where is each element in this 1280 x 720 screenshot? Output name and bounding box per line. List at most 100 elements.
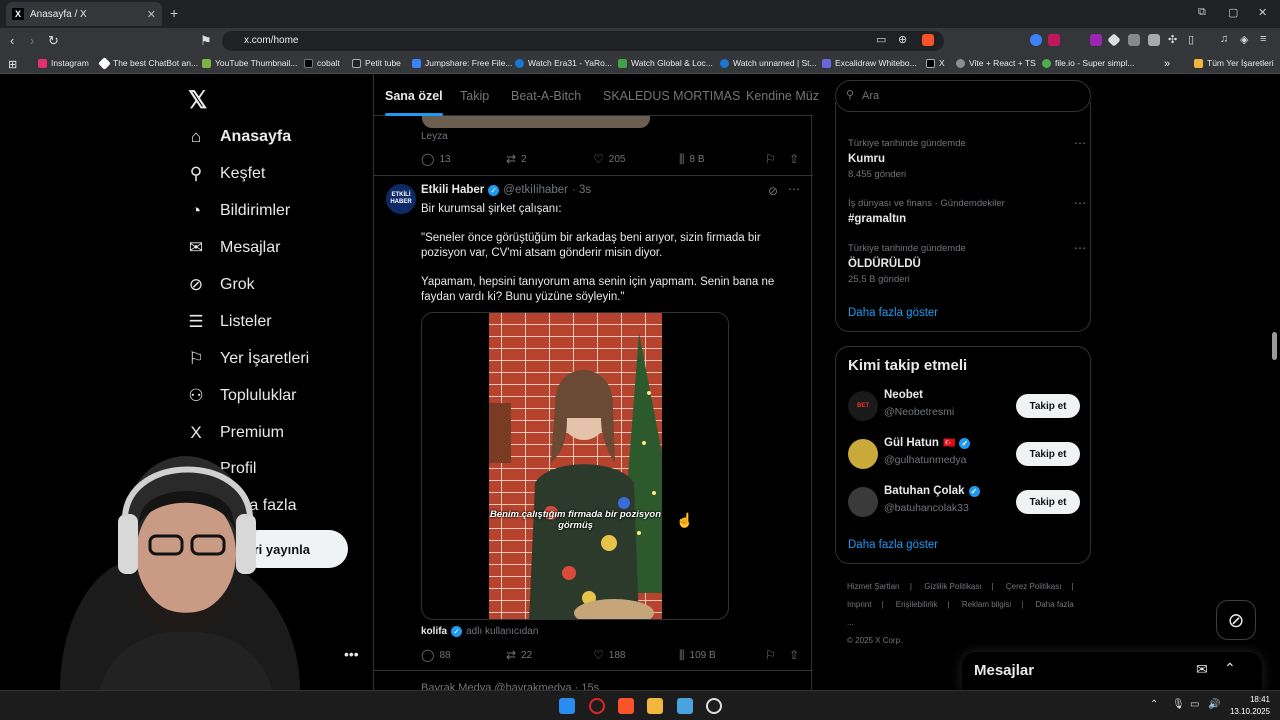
extension-icon[interactable] bbox=[1128, 34, 1140, 46]
tab-list[interactable]: SKALEDUS MORTIMAS bbox=[603, 89, 740, 103]
x-logo-icon[interactable]: 𝕏 bbox=[188, 86, 207, 115]
all-bookmarks[interactable]: Tüm Yer İşaretleri bbox=[1194, 58, 1274, 68]
avatar[interactable]: ETKİLİ HABER bbox=[386, 184, 416, 214]
bookmark-item[interactable]: file.io - Super simpl... bbox=[1042, 58, 1134, 68]
search-input[interactable]: ⚲ Ara bbox=[835, 80, 1091, 112]
bookmark-item[interactable]: The best ChatBot an... bbox=[98, 56, 198, 70]
tab-list[interactable]: Beat-A-Bitch bbox=[511, 89, 581, 103]
messages-drawer[interactable]: Mesajlar ✉ ⌃ bbox=[962, 652, 1262, 690]
app-icon[interactable] bbox=[677, 698, 693, 714]
puzzle-icon[interactable]: ✣ bbox=[1168, 33, 1177, 46]
forward-icon[interactable]: › bbox=[30, 33, 34, 48]
extension-icon[interactable] bbox=[1148, 34, 1160, 46]
footer-link[interactable]: Çerez Politikası bbox=[1006, 582, 1062, 591]
apps-grid-icon[interactable]: ⊞ bbox=[8, 58, 17, 71]
nav-premium[interactable]: X Premium bbox=[186, 423, 284, 443]
share-button[interactable]: ⇧ bbox=[789, 648, 804, 662]
tweet-video[interactable]: Benim çalıştığım firmada bir pozisyon gö… bbox=[421, 312, 729, 620]
expand-icon[interactable]: ⌃ bbox=[1224, 660, 1236, 677]
tab-list[interactable]: Kendine Müz bbox=[746, 89, 819, 103]
nav-communities[interactable]: ⚇ Topluluklar bbox=[186, 386, 296, 406]
post-time[interactable]: · 3s bbox=[572, 184, 591, 196]
like-button[interactable]: ♡ 205 bbox=[593, 152, 625, 166]
new-message-icon[interactable]: ✉ bbox=[1196, 661, 1208, 678]
page-scrollbar[interactable] bbox=[1272, 332, 1277, 360]
menu-icon[interactable]: ≡ bbox=[1260, 33, 1266, 45]
share-button[interactable]: ⇧ bbox=[789, 152, 804, 166]
bookmark-item[interactable]: Vite + React + TS bbox=[956, 58, 1036, 68]
close-window-icon[interactable]: ✕ bbox=[1258, 6, 1267, 19]
grok-fab-icon[interactable]: ⊘ bbox=[1216, 600, 1256, 640]
follow-button[interactable]: Takip et bbox=[1016, 394, 1080, 418]
maximize-icon[interactable]: ▢ bbox=[1228, 6, 1238, 19]
more-options-icon[interactable]: ⋯ bbox=[788, 182, 800, 196]
author-name[interactable]: Etkili Haber bbox=[421, 184, 484, 196]
bookmark-item[interactable]: Watch Global & Loc... bbox=[618, 58, 713, 68]
network-icon[interactable]: ▭ bbox=[1190, 699, 1199, 710]
start-icon[interactable] bbox=[559, 698, 575, 714]
back-icon[interactable]: ‹ bbox=[10, 33, 14, 48]
more-options-icon[interactable]: ⋯ bbox=[1074, 136, 1086, 150]
bookmark-item[interactable]: YouTube Thumbnail... bbox=[202, 58, 297, 68]
file-explorer-icon[interactable] bbox=[647, 698, 663, 714]
footer-link[interactable]: Gizlilik Politikası bbox=[924, 582, 981, 591]
follow-button[interactable]: Takip et bbox=[1016, 490, 1080, 514]
microphone-icon[interactable]: 🎙 bbox=[1172, 699, 1185, 710]
nav-home[interactable]: ⌂ Anasayfa bbox=[186, 127, 291, 147]
follow-suggestion[interactable]: Batuhan Çolak ✓ @batuhancolak33 Takip et bbox=[848, 485, 1080, 521]
account-menu-icon[interactable]: ••• bbox=[344, 646, 359, 662]
extension-icon[interactable] bbox=[1107, 33, 1121, 47]
sidebar-icon[interactable]: ▯ bbox=[1188, 33, 1194, 46]
reply-button[interactable]: ◯ 13 bbox=[421, 152, 451, 166]
reload-icon[interactable]: ↻ bbox=[48, 33, 59, 49]
bookmark-button[interactable]: ⚐ bbox=[765, 648, 781, 662]
author-handle[interactable]: @etkiIihaber bbox=[503, 184, 568, 196]
new-tab-button[interactable]: + bbox=[170, 5, 178, 21]
app-icon[interactable] bbox=[706, 698, 722, 714]
trend-item[interactable]: Türkiye tarihinde gündemde ÖLDÜRÜLDÜ 25,… bbox=[848, 241, 1086, 285]
music-icon[interactable]: ♫ bbox=[1220, 33, 1228, 45]
footer-link[interactable]: Hizmet Şartları bbox=[847, 582, 900, 591]
wallet-icon[interactable]: ◈ bbox=[1240, 33, 1248, 46]
more-options-icon[interactable]: ⋯ bbox=[1074, 196, 1086, 210]
nav-notifications[interactable]: ◔ Bildirimler bbox=[186, 201, 290, 221]
footer-link[interactable]: Reklam bilgisi bbox=[962, 600, 1011, 609]
tab-for-you[interactable]: Sana özel bbox=[385, 89, 443, 116]
more-options-icon[interactable]: ⋯ bbox=[1074, 241, 1086, 255]
more-bookmarks-icon[interactable]: » bbox=[1164, 58, 1170, 70]
volume-icon[interactable]: 🔊 bbox=[1208, 699, 1220, 710]
bookmark-item[interactable]: Excalidraw Whitebo... bbox=[822, 58, 917, 68]
repost-button[interactable]: ⇄ 2 bbox=[506, 152, 527, 166]
bookmark-item[interactable]: Petit tube bbox=[352, 58, 401, 68]
repost-button[interactable]: ⇄ 22 bbox=[506, 648, 532, 662]
like-button[interactable]: ♡ 188 bbox=[593, 648, 625, 662]
follow-button[interactable]: Takip et bbox=[1016, 442, 1080, 466]
reply-button[interactable]: ◯ 88 bbox=[421, 648, 451, 662]
url-field[interactable]: x.com/home bbox=[222, 31, 944, 51]
browser-tab[interactable]: X Anasayfa / X ✕ bbox=[6, 2, 162, 26]
brave-shield-icon[interactable] bbox=[922, 34, 934, 46]
extensions-window-icon[interactable]: ⧉ bbox=[1198, 6, 1206, 19]
cast-icon[interactable]: ▭ bbox=[876, 33, 886, 46]
extension-icon[interactable] bbox=[1090, 34, 1102, 46]
clock[interactable]: 18:41 13.10.2025 bbox=[1222, 694, 1270, 718]
nav-lists[interactable]: ☰ Listeler bbox=[186, 312, 271, 332]
views-button[interactable]: ⫼ 8 B bbox=[679, 152, 705, 167]
opera-icon[interactable] bbox=[589, 698, 605, 714]
show-more-link[interactable]: Daha fazla göster bbox=[848, 539, 938, 551]
tab-close-icon[interactable]: ✕ bbox=[147, 8, 156, 21]
tab-following[interactable]: Takip bbox=[460, 89, 489, 103]
bookmark-page-icon[interactable]: ⚑ bbox=[200, 33, 212, 49]
nav-grok[interactable]: ⊘ Grok bbox=[186, 275, 255, 295]
trend-item[interactable]: İş dünyası ve finans · Gündemdekiler #gr… bbox=[848, 196, 1086, 225]
follow-suggestion[interactable]: Gül Hatun 🇹🇷 ✓ @gulhatunmedya Takip et bbox=[848, 437, 1080, 473]
bookmark-button[interactable]: ⚐ bbox=[765, 152, 781, 166]
footer-link[interactable]: Erişilebilirlik bbox=[896, 600, 938, 609]
grok-explain-icon[interactable]: ⊘ bbox=[768, 184, 778, 198]
extension-icon[interactable] bbox=[1030, 34, 1042, 46]
nav-messages[interactable]: ✉ Mesajlar bbox=[186, 238, 281, 258]
footer-link[interactable]: Imprint bbox=[847, 600, 871, 609]
credit-user[interactable]: kolifa bbox=[421, 626, 447, 637]
bookmark-item[interactable]: Watch unnamed | St... bbox=[720, 58, 817, 68]
nav-explore[interactable]: ⚲ Keşfet bbox=[186, 164, 266, 184]
